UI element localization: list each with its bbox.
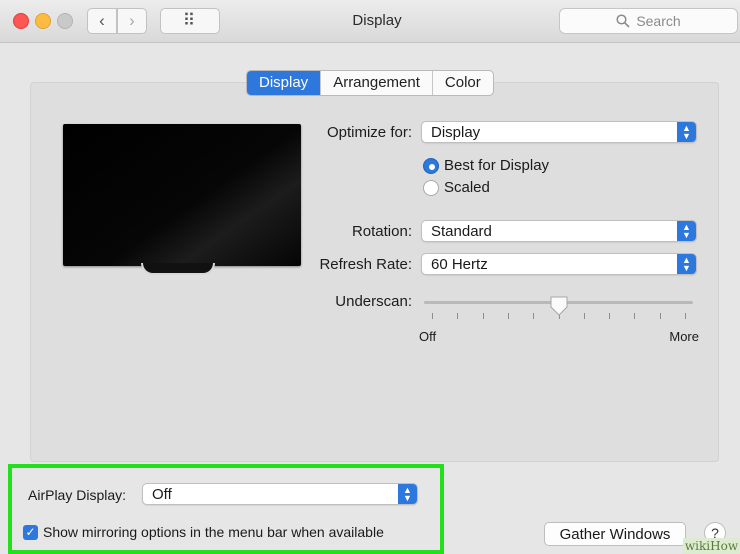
refresh-rate-popup[interactable]: 60 Hertz ▲ ▼: [421, 253, 697, 275]
chevron-right-icon: ›: [129, 11, 135, 30]
airplay-display-value: Off: [152, 486, 172, 503]
slider-tick: [634, 313, 636, 319]
tab-bar: Display Arrangement Color: [246, 70, 494, 96]
radio-best-for-display[interactable]: [423, 158, 439, 174]
rotation-label: Rotation:: [351, 223, 412, 240]
airplay-display-label: AirPlay Display:: [28, 487, 127, 503]
back-button[interactable]: ‹: [87, 8, 117, 34]
slider-tick: [507, 313, 509, 319]
tab-display[interactable]: Display: [247, 71, 322, 95]
optimize-for-label: Optimize for:: [326, 124, 412, 141]
zoom-window-button[interactable]: [57, 13, 73, 29]
best-for-display-label: Best for Display: [444, 157, 550, 174]
slider-tick: [659, 313, 661, 319]
slider-tick: [482, 313, 484, 319]
underscan-label: Underscan:: [335, 293, 412, 310]
tab-color[interactable]: Color: [433, 71, 493, 95]
show-all-button[interactable]: ⠿: [160, 8, 220, 34]
optimize-for-popup[interactable]: Display ▲ ▼: [421, 121, 697, 143]
display-preview-image: [63, 124, 301, 266]
optimize-for-value: Display: [431, 124, 481, 141]
highlight-box: [8, 464, 444, 554]
slider-tick: [583, 313, 585, 319]
checkmark-icon: ✓: [25, 525, 36, 539]
slider-tick: [457, 313, 459, 319]
watermark-logo: wikiHow: [683, 538, 740, 554]
underscan-slider-thumb[interactable]: [550, 296, 568, 316]
minimize-window-button[interactable]: [35, 13, 51, 29]
search-icon: [616, 14, 630, 28]
chevron-left-icon: ‹: [99, 11, 105, 30]
slider-tick: [432, 313, 433, 319]
search-placeholder: Search: [636, 13, 681, 29]
scaled-label: Scaled: [444, 179, 490, 196]
window-title: Display: [352, 12, 402, 29]
underscan-max-label: More: [669, 329, 699, 344]
refresh-rate-label: Refresh Rate:: [319, 256, 412, 273]
close-window-button[interactable]: [13, 13, 29, 29]
search-field[interactable]: Search: [559, 8, 738, 34]
popup-arrows-icon: ▲ ▼: [398, 484, 417, 504]
gather-windows-button[interactable]: Gather Windows: [544, 522, 686, 546]
radio-scaled[interactable]: [423, 180, 439, 196]
slider-tick: [533, 313, 535, 319]
slider-tick: [609, 313, 611, 319]
forward-button[interactable]: ›: [117, 8, 147, 34]
popup-arrows-icon: ▲ ▼: [677, 254, 696, 274]
tab-arrangement[interactable]: Arrangement: [321, 71, 433, 95]
underscan-min-label: Off: [419, 329, 437, 344]
display-stand: [141, 263, 215, 275]
rotation-value: Standard: [431, 223, 492, 240]
grid-icon: ⠿: [182, 11, 198, 30]
mirroring-label: Show mirroring options in the menu bar w…: [43, 524, 384, 540]
rotation-popup[interactable]: Standard ▲ ▼: [421, 220, 697, 242]
refresh-rate-value: 60 Hertz: [431, 256, 488, 273]
airplay-display-popup[interactable]: Off ▲ ▼: [142, 483, 418, 505]
popup-arrows-icon: ▲ ▼: [677, 221, 696, 241]
slider-tick: [685, 313, 686, 319]
mirroring-checkbox[interactable]: ✓: [23, 525, 38, 540]
popup-arrows-icon: ▲ ▼: [677, 122, 696, 142]
